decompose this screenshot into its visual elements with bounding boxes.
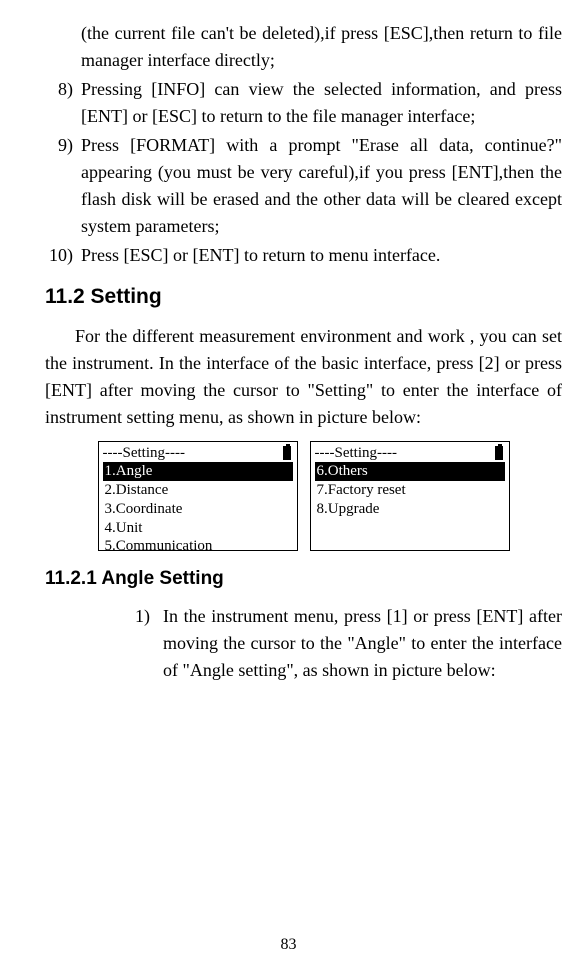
menu-coordinate: 3.Coordinate — [103, 500, 293, 519]
list-text-8: Pressing [INFO] can view the selected in… — [81, 76, 562, 130]
screen2-title: ----Setting---- — [315, 444, 505, 463]
list-number-9: 9) — [49, 132, 81, 240]
battery-icon — [283, 446, 291, 460]
list-item-9: 9) Press [FORMAT] with a prompt "Erase a… — [49, 132, 562, 240]
list-number-blank — [49, 20, 81, 74]
battery-icon — [495, 446, 503, 460]
angle-item-1: 1) In the instrument menu, press [1] or … — [135, 603, 562, 684]
list-item-8: 8) Pressing [INFO] can view the selected… — [49, 76, 562, 130]
list-item-10: 10) Press [ESC] or [ENT] to return to me… — [49, 242, 562, 269]
list-text-7: (the current file can't be deleted),if p… — [81, 20, 562, 74]
section-heading-11-2: 11.2 Setting — [45, 281, 562, 313]
section-heading-11-2-1: 11.2.1 Angle Setting — [45, 565, 562, 594]
setting-screen-2: ----Setting---- 6.Others 7.Factory reset… — [310, 441, 510, 551]
screen1-title: ----Setting---- — [103, 444, 293, 463]
setting-intro-paragraph: For the different measurement environmen… — [45, 323, 562, 431]
menu-upgrade: 8.Upgrade — [315, 500, 505, 519]
page-content: (the current file can't be deleted),if p… — [15, 20, 562, 684]
menu-communication: 5.Communication — [103, 537, 293, 556]
angle-num-1: 1) — [135, 603, 163, 684]
list-item-7-continued: (the current file can't be deleted),if p… — [49, 20, 562, 74]
menu-factory-reset: 7.Factory reset — [315, 481, 505, 500]
menu-angle: 1.Angle — [103, 462, 293, 481]
list-text-9: Press [FORMAT] with a prompt "Erase all … — [81, 132, 562, 240]
angle-setting-list: 1) In the instrument menu, press [1] or … — [45, 603, 562, 684]
menu-others: 6.Others — [315, 462, 505, 481]
angle-text-1: In the instrument menu, press [1] or pre… — [163, 603, 562, 684]
page-number: 83 — [0, 933, 577, 957]
menu-unit: 4.Unit — [103, 519, 293, 538]
list-text-10: Press [ESC] or [ENT] to return to menu i… — [81, 242, 562, 269]
list-number-10: 10) — [49, 242, 81, 269]
menu-distance: 2.Distance — [103, 481, 293, 500]
list-number-8: 8) — [49, 76, 81, 130]
continued-list: (the current file can't be deleted),if p… — [45, 20, 562, 269]
setting-screen-1: ----Setting---- 1.Angle 2.Distance 3.Coo… — [98, 441, 298, 551]
setting-screenshots-row: ----Setting---- 1.Angle 2.Distance 3.Coo… — [45, 441, 562, 551]
